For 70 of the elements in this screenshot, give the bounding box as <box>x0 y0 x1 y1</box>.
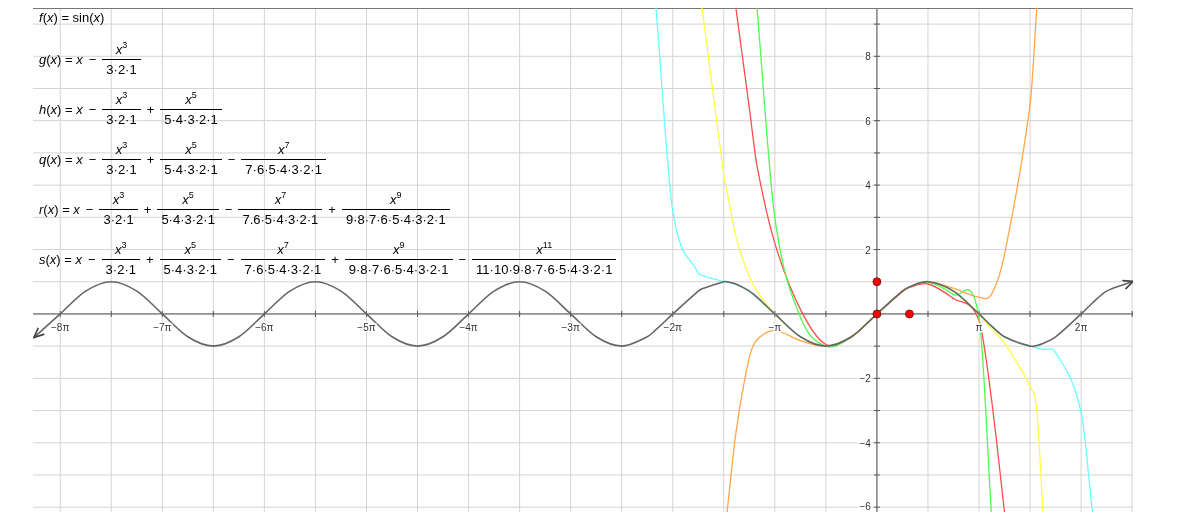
tick-label: −4π <box>459 321 478 333</box>
numerator: x$^{5}$ <box>184 92 198 109</box>
tick-label: 2π <box>1074 321 1088 333</box>
tick-label: −8π <box>51 321 70 333</box>
operator-sign: + <box>146 151 155 167</box>
denominator: 9·8·7·6·5·4·3·2·1 <box>347 261 450 278</box>
tick-label: −7π <box>153 321 172 333</box>
numerator: x$^{5}$ <box>183 242 198 259</box>
operator-sign: + <box>328 201 336 217</box>
operator-sign: − <box>88 101 97 117</box>
operator-sign: − <box>227 151 236 167</box>
denominator: 11·10·9·8·7·6·5·4·3·2·1 <box>475 261 614 278</box>
tick-label: −6 <box>859 501 871 512</box>
formula-label: s(x) = x <box>39 251 82 267</box>
operator-sign: − <box>88 251 96 267</box>
formula-label: g(x) = x <box>39 51 83 67</box>
numerator: x$^{3}$ <box>114 142 129 159</box>
denominator: 5·4·3·2·1 <box>160 211 216 228</box>
numerator: x$^{5}$ <box>184 142 198 159</box>
formula-label: r(x) = x <box>39 201 80 217</box>
tick-label: −6π <box>255 321 274 333</box>
operator-sign: − <box>458 251 467 267</box>
tick-label: −4 <box>859 437 871 449</box>
numerator: x$^{9}$ <box>389 192 403 209</box>
numerator: x$^{3}$ <box>114 92 129 109</box>
operator-sign: + <box>145 251 154 267</box>
formula-label: f(x) = sin(x) <box>39 9 105 25</box>
tick-label: 4 <box>865 180 871 192</box>
point-marker[interactable] <box>905 309 914 319</box>
tick-label: 8 <box>865 51 871 63</box>
tick-label: −2π <box>663 321 682 333</box>
tick-label: −5π <box>357 321 376 333</box>
denominator: 7·6·5·4·3·2·1 <box>244 161 323 178</box>
numerator: x$^{5}$ <box>181 192 195 209</box>
operator-sign: − <box>85 201 94 217</box>
numerator: x$^{9}$ <box>391 242 406 259</box>
numerator: x$^{3}$ <box>114 242 128 259</box>
denominator: 3·2·1 <box>104 261 137 278</box>
formula-label: q(x) = x <box>39 151 83 167</box>
denominator: 9·8·7·6·5·4·3·2·1 <box>344 211 447 228</box>
numerator: x$^{3}$ <box>114 42 129 59</box>
point-marker[interactable] <box>872 309 882 319</box>
denominator: 5·4·3·2·1 <box>163 161 219 178</box>
numerator: x$^{7}$ <box>276 142 291 159</box>
tick-label: −2 <box>859 373 871 385</box>
denominator: 7·6·5·4·3·2·1 <box>243 261 323 278</box>
operator-sign: − <box>88 151 97 167</box>
point-marker[interactable] <box>872 277 882 287</box>
numerator: x$^{11}$ <box>535 242 554 259</box>
operator-sign: + <box>146 101 155 117</box>
denominator: 3·2·1 <box>102 211 135 228</box>
tick-label: 2 <box>865 244 871 256</box>
denominator: 3·2·1 <box>105 111 138 128</box>
tick-label: −3π <box>561 321 580 333</box>
tick-label: 6 <box>865 115 871 127</box>
tick-label: −π <box>768 321 782 333</box>
numerator: x$^{3}$ <box>111 192 126 209</box>
denominator: 5·4·3·2·1 <box>162 261 218 278</box>
operator-sign: − <box>224 201 233 217</box>
operator-sign: + <box>143 201 152 217</box>
operator-sign: − <box>227 251 235 267</box>
operator-sign: − <box>88 51 97 67</box>
denominator: 5·4·3·2·1 <box>163 111 219 128</box>
denominator: 3·2·1 <box>105 61 138 78</box>
denominator: 7.6·5·4·3·2·1 <box>241 211 320 228</box>
numerator: x$^{7}$ <box>276 242 290 259</box>
formula-label: h(x) = x <box>39 101 83 117</box>
denominator: 3·2·1 <box>105 161 138 178</box>
numerator: x$^{7}$ <box>273 192 288 209</box>
operator-sign: + <box>331 251 339 267</box>
